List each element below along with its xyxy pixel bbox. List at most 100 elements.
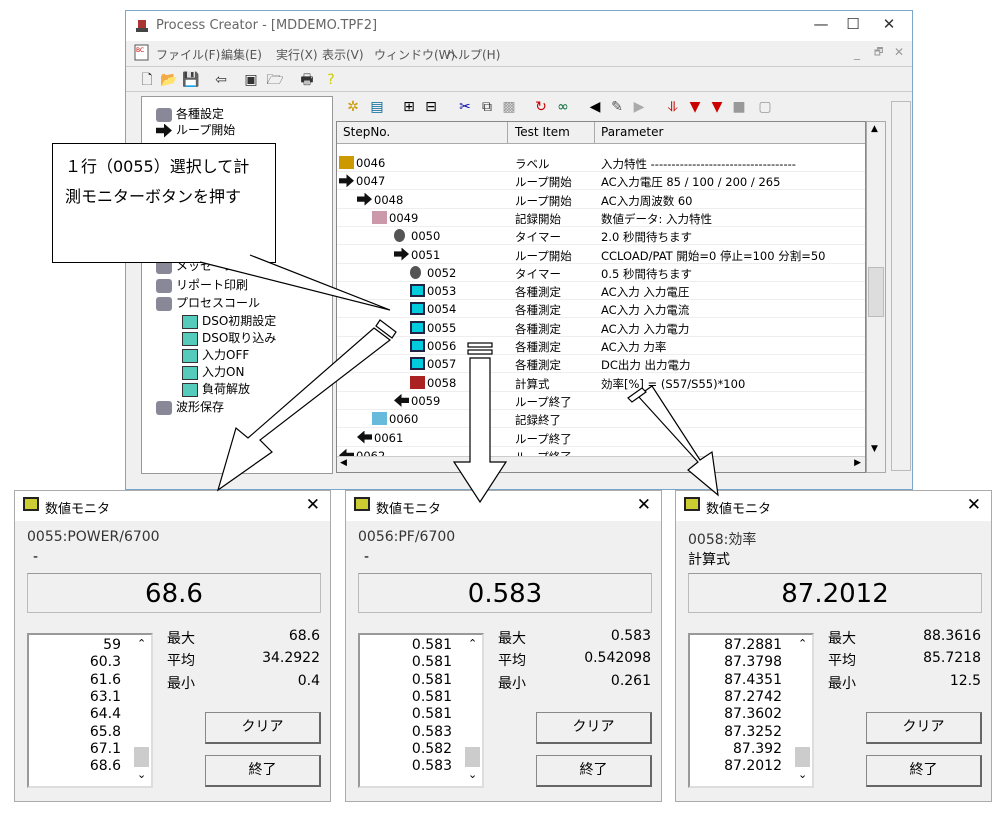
table-row[interactable]: 0052 タイマー 0.5 秒間待ちます bbox=[337, 264, 865, 282]
table-row[interactable]: 0046 ラベル 入力特性 ----------------------------… bbox=[337, 154, 865, 172]
scroll-thumb[interactable] bbox=[134, 747, 149, 767]
monitor-close-button[interactable]: ✕ bbox=[306, 495, 320, 515]
menu-0[interactable]: ファイル(F) bbox=[156, 46, 220, 63]
label-icon bbox=[339, 156, 354, 169]
clear-button[interactable]: クリア bbox=[205, 712, 321, 744]
cut-icon[interactable]: ✂ bbox=[456, 98, 474, 116]
child-close-button[interactable]: ✕ bbox=[894, 45, 904, 59]
new-file-icon[interactable]: 🗋 bbox=[138, 71, 156, 89]
copy-icon[interactable]: ⧉ bbox=[478, 98, 496, 116]
tree-item[interactable]: 波形保存 bbox=[156, 398, 224, 415]
list-scrollbar[interactable]: ⌃ ⌄ bbox=[133, 635, 151, 786]
history-item: 87.2012 bbox=[724, 758, 782, 775]
table-row[interactable]: 0051 ループ開始 CCLOAD/PAT 開始=0 停止=100 分割=50 bbox=[337, 246, 865, 264]
expand-icon[interactable]: ⊞ bbox=[400, 98, 418, 116]
step-number: 0060 bbox=[389, 412, 419, 427]
flow-icon[interactable]: ✲ bbox=[344, 98, 362, 116]
open-folder-icon[interactable]: 📂 bbox=[160, 71, 178, 89]
menu-3[interactable]: 表示(V) bbox=[322, 46, 364, 63]
menu-4[interactable]: ウィンドウ(W) bbox=[374, 46, 455, 63]
horizontal-scrollbar[interactable]: ◀ ▶ bbox=[337, 456, 865, 472]
table-row[interactable]: 0048 ループ開始 AC入力周波数 60 bbox=[337, 191, 865, 209]
col-stepno[interactable]: StepNo. bbox=[343, 125, 390, 139]
menu-2[interactable]: 実行(X) bbox=[276, 46, 318, 63]
tree-item[interactable]: 入力ON bbox=[182, 363, 244, 380]
history-list[interactable]: 87.2881 87.3798 87.4351 87.2742 87.3602 87.32… bbox=[688, 633, 814, 788]
table-row[interactable]: 0058 計算式 効率[%] = (S57/S55)*100 bbox=[337, 374, 865, 392]
monitor-close-button[interactable]: ✕ bbox=[967, 495, 981, 515]
window-icon[interactable]: ▢ bbox=[756, 98, 774, 116]
print-icon[interactable]: 🖶 bbox=[298, 71, 316, 89]
table-row[interactable]: 0055 各種測定 AC入力 入力電力 bbox=[337, 318, 865, 337]
table-row[interactable]: 0060 記録終了 bbox=[337, 410, 865, 429]
col-parameter[interactable]: Parameter bbox=[601, 125, 663, 139]
child-restore-button[interactable]: 🗗 bbox=[874, 45, 883, 62]
scroll-thumb[interactable] bbox=[465, 747, 480, 767]
send-icon[interactable]: ⇦ bbox=[212, 71, 230, 89]
tree-item[interactable]: リポート印刷 bbox=[156, 276, 248, 293]
scroll-up-icon[interactable]: ⌃ bbox=[798, 637, 807, 650]
tree-item[interactable]: DSO取り込み bbox=[182, 329, 276, 346]
scroll-down-icon[interactable]: ⌄ bbox=[798, 768, 807, 781]
clear-button[interactable]: クリア bbox=[536, 712, 652, 744]
history-list[interactable]: 0.581 0.581 0.581 0.581 0.581 0.583 0.582 0.583… bbox=[358, 633, 484, 788]
list-scrollbar[interactable]: ⌃ ⌄ bbox=[464, 635, 482, 786]
table-row[interactable]: 0054 各種測定 AC入力 入力電流 bbox=[337, 300, 865, 319]
table-row[interactable]: 0057 各種測定 DC出力 出力電力 bbox=[337, 355, 865, 374]
save-icon[interactable]: 💾 bbox=[182, 71, 200, 89]
table-row[interactable]: 0053 各種測定 AC入力 入力電圧 bbox=[337, 282, 865, 301]
back-icon[interactable]: ◀ bbox=[586, 98, 604, 116]
sub-icon bbox=[182, 348, 198, 363]
help-icon[interactable]: ? bbox=[322, 71, 340, 89]
step-number: 0048 bbox=[374, 192, 404, 207]
close-button[interactable]: ✕ bbox=[874, 15, 904, 33]
col-test-item[interactable]: Test Item bbox=[515, 125, 570, 139]
maximize-button[interactable]: ☐ bbox=[838, 15, 868, 33]
list-scrollbar[interactable]: ⌃ ⌄ bbox=[794, 635, 812, 786]
timer-icon bbox=[410, 265, 421, 279]
collapse-icon[interactable]: ⊟ bbox=[422, 98, 440, 116]
minimize-button[interactable]: — bbox=[806, 15, 836, 33]
tree-item[interactable]: 入力OFF bbox=[182, 346, 249, 363]
tree-item[interactable]: 負荷解放 bbox=[182, 380, 250, 397]
load-icon[interactable]: 🗁 bbox=[266, 71, 284, 89]
menu-5[interactable]: ヘルプ(H) bbox=[446, 46, 500, 63]
forward-icon[interactable]: ▶ bbox=[630, 98, 648, 116]
monitor-close-button[interactable]: ✕ bbox=[637, 495, 651, 515]
exit-button[interactable]: 終了 bbox=[866, 755, 982, 787]
table-row[interactable]: 0049 記録開始 数値データ: 入力特性 bbox=[337, 209, 865, 227]
scroll-down-icon[interactable]: ⌄ bbox=[468, 768, 477, 781]
folder-icon[interactable]: ▤ bbox=[368, 98, 386, 116]
table-row[interactable]: 0061 ループ終了 bbox=[337, 429, 865, 447]
monitor-icon[interactable]: ▣ bbox=[242, 71, 260, 89]
tree-item[interactable]: プロセスコール bbox=[156, 294, 260, 311]
vertical-scrollbar[interactable]: ▲ ▼ bbox=[866, 121, 886, 473]
skip-icon[interactable]: ↻ bbox=[532, 98, 550, 116]
tree-item[interactable]: 各種設定 bbox=[156, 105, 224, 122]
run-down-icon[interactable]: ▼ bbox=[686, 98, 704, 116]
scroll-up-icon[interactable]: ⌃ bbox=[468, 637, 477, 650]
paste-icon[interactable]: ▩ bbox=[500, 98, 518, 116]
table-row[interactable]: 0047 ループ開始 AC入力電圧 85 / 100 / 200 / 265 bbox=[337, 172, 865, 191]
clear-button[interactable]: クリア bbox=[866, 712, 982, 744]
pointer-icon[interactable]: ✎ bbox=[608, 98, 626, 116]
exit-button[interactable]: 終了 bbox=[205, 755, 321, 787]
tree-item[interactable]: ループ開始 bbox=[156, 121, 235, 138]
scroll-thumb[interactable] bbox=[795, 747, 810, 767]
menu-1[interactable]: 編集(E) bbox=[221, 46, 262, 63]
table-row[interactable]: 0059 ループ終了 bbox=[337, 392, 865, 410]
history-list[interactable]: 59 60.3 61.6 63.1 64.4 65.8 67.1 68.6 ⌃ ⌄ bbox=[27, 633, 153, 788]
child-minimize-button[interactable]: _ bbox=[854, 46, 860, 60]
run-icon[interactable]: ▼ bbox=[708, 98, 726, 116]
exit-button[interactable]: 終了 bbox=[536, 755, 652, 787]
step-down-icon[interactable]: ⥥ bbox=[664, 98, 682, 116]
scroll-down-icon[interactable]: ⌄ bbox=[137, 768, 146, 781]
watch-icon[interactable]: ∞ bbox=[554, 98, 572, 116]
step-grid[interactable]: StepNo. Test Item Parameter 0046 ラベル 入力特性 … bbox=[336, 121, 866, 473]
table-row[interactable]: 0056 各種測定 AC入力 力率 bbox=[337, 337, 865, 355]
stop-icon[interactable]: ■ bbox=[730, 98, 748, 116]
tree-item[interactable]: DSO初期設定 bbox=[182, 312, 276, 329]
scroll-up-icon[interactable]: ⌃ bbox=[137, 637, 146, 650]
current-value: 0.583 bbox=[358, 573, 652, 613]
table-row[interactable]: 0050 タイマー 2.0 秒間待ちます bbox=[337, 227, 865, 246]
